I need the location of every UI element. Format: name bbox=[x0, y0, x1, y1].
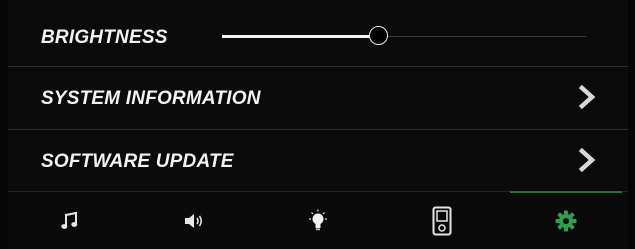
software-update-row[interactable]: SOFTWARE UPDATE bbox=[8, 130, 628, 191]
system-information-label: SYSTEM INFORMATION bbox=[41, 88, 261, 109]
brightness-row: BRIGHTNESS bbox=[8, 6, 628, 67]
bottom-tab-bar bbox=[8, 191, 628, 249]
tab-settings[interactable] bbox=[504, 191, 628, 249]
software-update-label: SOFTWARE UPDATE bbox=[41, 151, 234, 172]
settings-screen: BRIGHTNESS SYSTEM INFORMATION SOFTWARE U… bbox=[0, 0, 635, 249]
music-note-icon bbox=[61, 211, 78, 229]
gear-icon bbox=[555, 210, 577, 231]
speaker-icon bbox=[185, 213, 203, 228]
device-icon bbox=[432, 206, 452, 235]
light-bulb-icon bbox=[309, 209, 327, 230]
brightness-slider[interactable] bbox=[222, 26, 586, 48]
tab-device[interactable] bbox=[380, 192, 504, 249]
slider-thumb[interactable] bbox=[368, 26, 388, 45]
brightness-label: BRIGHTNESS bbox=[41, 27, 168, 48]
tab-music[interactable] bbox=[8, 192, 132, 249]
slider-fill bbox=[222, 35, 379, 38]
chevron-right-icon bbox=[578, 147, 596, 173]
tab-lighting[interactable] bbox=[256, 192, 380, 249]
tab-volume[interactable] bbox=[132, 192, 256, 249]
system-information-row[interactable]: SYSTEM INFORMATION bbox=[8, 67, 628, 130]
chevron-right-icon bbox=[578, 84, 596, 110]
